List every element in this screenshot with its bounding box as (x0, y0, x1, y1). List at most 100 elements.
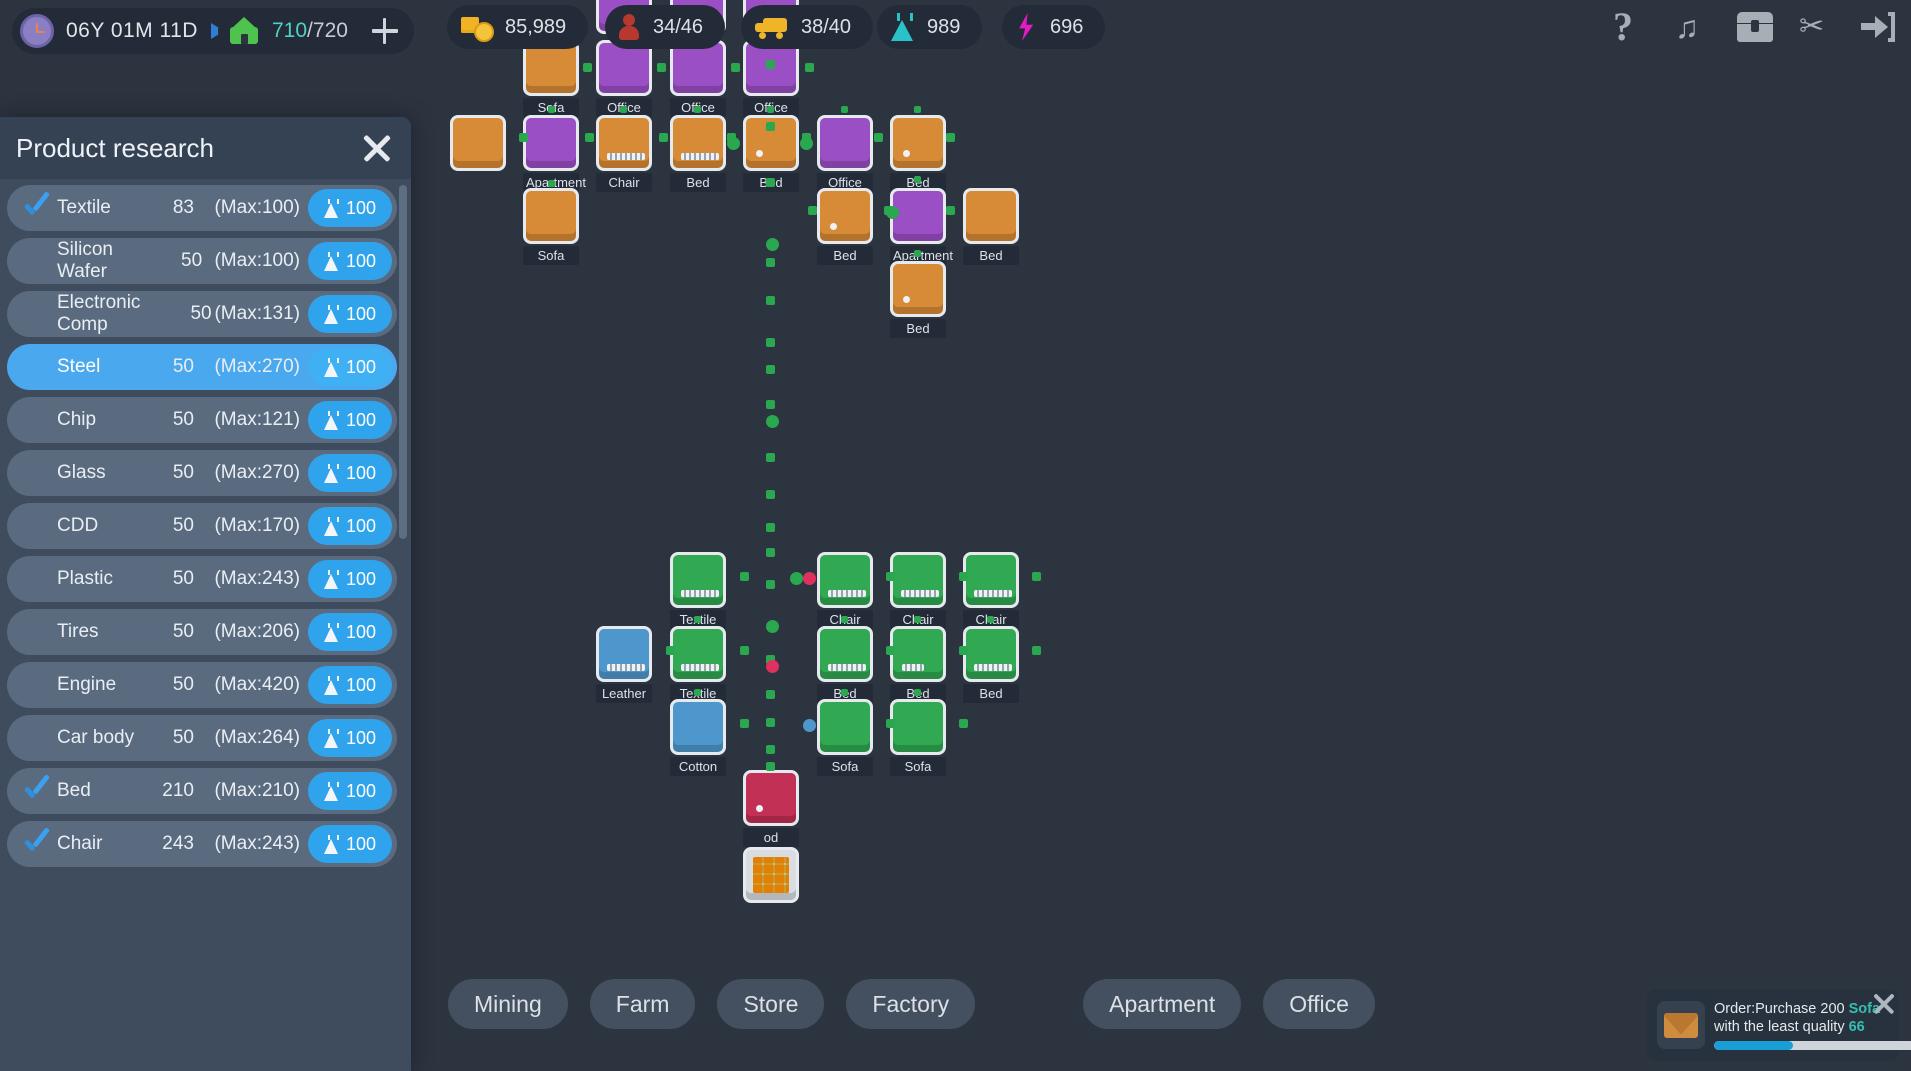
research-row[interactable]: Tires50(Max:206)100 (7, 609, 397, 655)
research-row[interactable]: Engine50(Max:420)100 (7, 662, 397, 708)
flask-icon (324, 464, 339, 483)
connector-node (766, 122, 775, 131)
research-value: 50 (148, 568, 194, 590)
building-icon (670, 115, 726, 171)
top-bar: 06Y 01M 11D 710/720 85,989 34/46 38/40 9… (0, 0, 1911, 64)
building-tile[interactable]: Bed (963, 626, 1019, 703)
category-mining[interactable]: Mining (448, 979, 568, 1029)
research-row[interactable]: Steel50(Max:270)100 (7, 344, 397, 390)
research-upgrade-button[interactable]: 100 (308, 295, 392, 333)
building-tile[interactable]: Sofa (890, 699, 946, 776)
connector-node (731, 63, 740, 72)
close-icon[interactable] (1871, 991, 1897, 1017)
category-office[interactable]: Office (1263, 979, 1375, 1029)
building-tile[interactable]: od (743, 770, 799, 847)
connector-node (946, 133, 955, 142)
resource-power[interactable]: 696 (1002, 5, 1105, 49)
category-apartment[interactable]: Apartment (1083, 979, 1241, 1029)
research-value: 83 (148, 197, 194, 219)
research-row[interactable]: Bed210(Max:210)100 (7, 768, 397, 814)
research-row[interactable]: Chair243(Max:243)100 (7, 821, 397, 867)
building-tile[interactable] (743, 847, 799, 903)
research-upgrade-button[interactable]: 100 (308, 772, 392, 810)
research-upgrade-button[interactable]: 100 (308, 719, 392, 757)
flask-icon (324, 835, 339, 854)
research-row[interactable]: Textile83(Max:100)100 (7, 185, 397, 231)
building-tile[interactable]: Sofa (817, 699, 873, 776)
order-notification[interactable]: Order:Purchase 200 Sofa with the least q… (1647, 989, 1899, 1061)
research-upgrade-button[interactable]: 100 (308, 666, 392, 704)
category-store[interactable]: Store (717, 979, 824, 1029)
research-max: (Max:100) (202, 250, 300, 272)
check-placeholder (21, 246, 51, 276)
research-upgrade-button[interactable]: 100 (308, 613, 392, 651)
check-placeholder (21, 405, 51, 435)
connector-node (666, 646, 675, 655)
money-value: 85,989 (505, 16, 566, 39)
category-farm[interactable]: Farm (590, 979, 696, 1029)
mail-icon (1657, 1001, 1705, 1049)
research-upgrade-button[interactable]: 100 (308, 348, 392, 386)
research-upgrade-button[interactable]: 100 (308, 401, 392, 439)
order-line-1-prefix: Order:Purchase 200 (1714, 1001, 1849, 1017)
resource-science[interactable]: 989 (877, 5, 982, 49)
research-value: 243 (148, 833, 194, 855)
add-building-button[interactable] (372, 18, 398, 44)
resource-money[interactable]: 85,989 (447, 5, 588, 49)
scissors-icon[interactable]: ✂ (1799, 8, 1835, 46)
game-date: 06Y 01M 11D (66, 19, 198, 43)
building-tile[interactable]: Leather (596, 626, 652, 703)
research-row[interactable]: Silicon Wafer50(Max:100)100 (7, 238, 397, 284)
research-cost: 100 (346, 516, 376, 537)
building-tile[interactable]: Office (817, 115, 873, 192)
connector-node (886, 206, 899, 219)
research-row[interactable]: Glass50(Max:270)100 (7, 450, 397, 496)
help-icon[interactable]: ? (1613, 8, 1649, 46)
building-tile[interactable] (450, 115, 506, 171)
research-name: Car body (57, 727, 148, 749)
building-tile[interactable]: Bed (963, 188, 1019, 265)
research-max: (Max:206) (194, 621, 300, 643)
building-tile[interactable]: Cotton (670, 699, 726, 776)
research-row[interactable]: Electronic Comp50(Max:131)100 (7, 291, 397, 337)
building-icon (890, 626, 946, 682)
music-icon[interactable]: ♫ (1675, 8, 1711, 46)
connector-node (766, 365, 775, 374)
building-tile[interactable]: Sofa (523, 188, 579, 265)
check-icon (21, 193, 51, 223)
building-label: Bed (890, 319, 946, 338)
research-row[interactable]: Chip50(Max:121)100 (7, 397, 397, 443)
building-tile[interactable]: Bed (890, 261, 946, 338)
research-row[interactable]: Car body50(Max:264)100 (7, 715, 397, 761)
building-deco (830, 223, 837, 230)
building-label: Chair (596, 173, 652, 192)
building-tile[interactable]: Bed (817, 188, 873, 265)
chest-icon[interactable] (1737, 8, 1773, 46)
building-label: Sofa (890, 757, 946, 776)
resource-population[interactable]: 34/46 (605, 5, 725, 49)
research-upgrade-button[interactable]: 100 (308, 507, 392, 545)
building-deco (607, 664, 645, 671)
close-icon[interactable] (361, 132, 393, 164)
scrollbar[interactable] (399, 185, 407, 539)
category-factory[interactable]: Factory (846, 979, 975, 1029)
research-upgrade-button[interactable]: 100 (308, 560, 392, 598)
building-deco (753, 857, 789, 893)
research-upgrade-button[interactable]: 100 (308, 825, 392, 863)
research-row[interactable]: Plastic50(Max:243)100 (7, 556, 397, 602)
research-list[interactable]: Textile83(Max:100)100Silicon Wafer50(Max… (0, 179, 411, 1071)
connector-node (548, 180, 555, 187)
research-row[interactable]: CDD50(Max:170)100 (7, 503, 397, 549)
building-tile[interactable]: Bed (670, 115, 726, 192)
research-upgrade-button[interactable]: 100 (308, 189, 392, 227)
building-tile[interactable]: Chair (596, 115, 652, 192)
resource-transport[interactable]: 38/40 (741, 5, 873, 49)
check-placeholder (21, 617, 51, 647)
research-upgrade-button[interactable]: 100 (308, 454, 392, 492)
research-upgrade-button[interactable]: 100 (308, 242, 392, 280)
housing-widget[interactable]: 710/720 (218, 8, 414, 54)
building-icon (523, 188, 579, 244)
building-label: Sofa (523, 246, 579, 265)
connector-node (914, 689, 921, 696)
exit-icon[interactable] (1861, 8, 1897, 46)
